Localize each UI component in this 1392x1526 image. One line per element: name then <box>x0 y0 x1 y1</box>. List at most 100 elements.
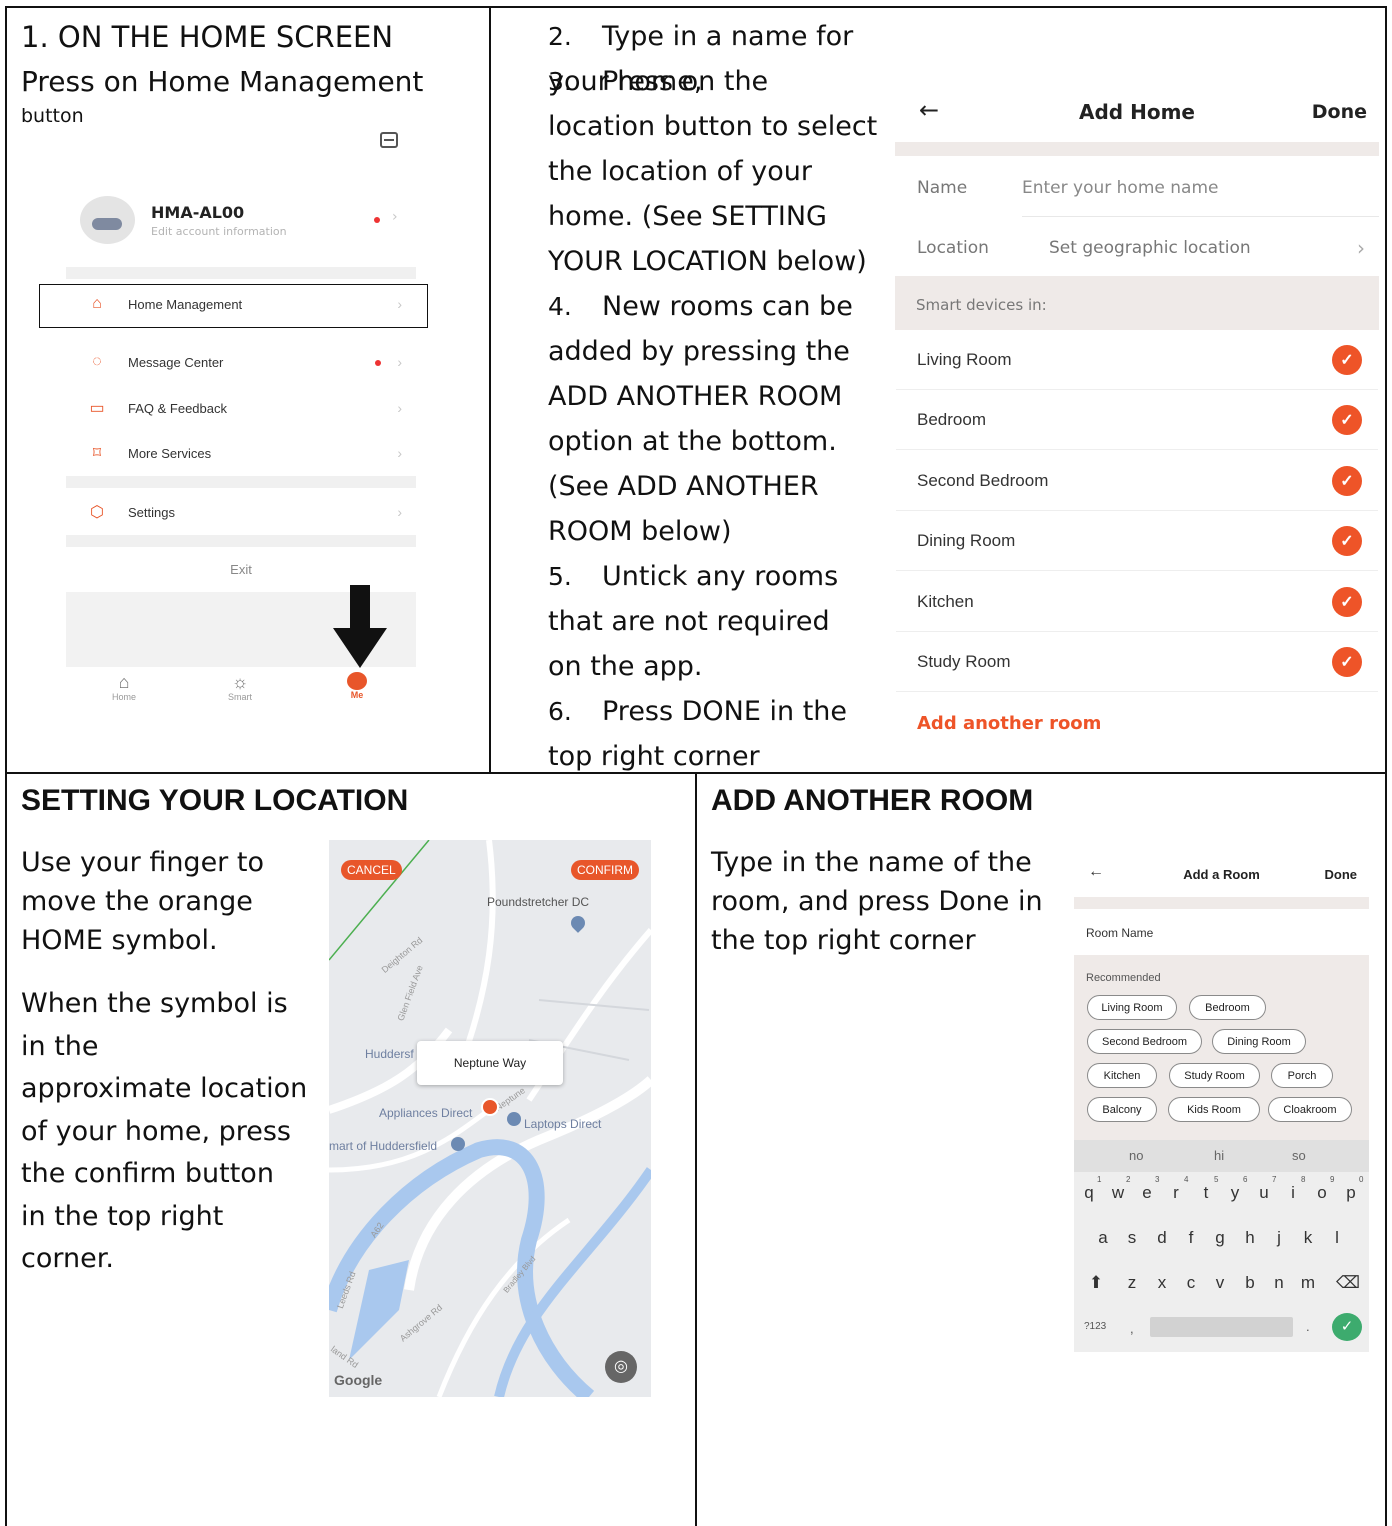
checkmark-icon[interactable]: ✓ <box>1332 646 1362 677</box>
room-row[interactable]: Dining Room ✓ <box>896 511 1378 571</box>
divider-top-vertical <box>489 6 491 773</box>
step-line: (See ADD ANOTHER <box>548 471 819 502</box>
suggestion[interactable]: hi <box>1214 1148 1234 1163</box>
key[interactable]: k <box>1298 1228 1318 1248</box>
step-line: home. (See SETTING <box>548 201 827 232</box>
checkmark-icon[interactable]: ✓ <box>1332 586 1362 617</box>
room-chip[interactable]: Porch <box>1271 1063 1333 1088</box>
map-screenshot[interactable]: CANCEL CONFIRM Poundstretcher DC Deighto… <box>329 840 651 1397</box>
key[interactable]: s <box>1122 1228 1142 1248</box>
nav-smart[interactable]: ☼ Smart <box>216 672 264 702</box>
menu-faq-feedback[interactable]: ▭ FAQ & Feedback › <box>66 388 416 428</box>
notification-dot <box>375 360 381 366</box>
room-row[interactable]: Kitchen ✓ <box>896 572 1378 632</box>
key[interactable]: e <box>1137 1183 1157 1203</box>
home-marker-icon[interactable] <box>481 1098 499 1116</box>
exit-button[interactable]: Exit <box>66 562 416 577</box>
key[interactable]: t <box>1196 1183 1216 1203</box>
key[interactable]: w <box>1108 1183 1128 1203</box>
symbols-key[interactable]: ?123 <box>1084 1321 1106 1332</box>
key[interactable]: z <box>1122 1273 1142 1293</box>
key[interactable]: u <box>1254 1183 1274 1203</box>
location-button[interactable]: Set geographic location <box>1049 238 1251 258</box>
room-chip[interactable]: Kitchen <box>1087 1063 1157 1088</box>
step1-instruction: Press on Home Management <box>21 65 424 98</box>
space-bar[interactable] <box>1150 1317 1293 1337</box>
key[interactable]: b <box>1240 1273 1260 1293</box>
period-key[interactable]: . <box>1306 1319 1310 1334</box>
menu-message-center[interactable]: ◌ Message Center › <box>66 342 416 382</box>
key[interactable]: q <box>1079 1183 1099 1203</box>
menu-more-services[interactable]: ⌑ More Services › <box>66 433 416 473</box>
key[interactable]: y <box>1225 1183 1245 1203</box>
key[interactable]: g <box>1210 1228 1230 1248</box>
checkmark-icon[interactable]: ✓ <box>1332 344 1362 375</box>
add-another-room-link[interactable]: Add another room <box>917 713 1101 734</box>
confirm-button[interactable]: CONFIRM <box>571 860 639 880</box>
done-button[interactable]: Done <box>1312 101 1367 123</box>
room-chip[interactable]: Balcony <box>1087 1097 1157 1122</box>
room-row[interactable]: Bedroom ✓ <box>896 390 1378 450</box>
step1-heading: 1. ON THE HOME SCREEN <box>21 20 394 54</box>
room-chip[interactable]: Living Room <box>1087 995 1177 1020</box>
key[interactable]: v <box>1210 1273 1230 1293</box>
shift-key-icon[interactable]: ⬆ <box>1086 1273 1106 1293</box>
key[interactable]: n <box>1269 1273 1289 1293</box>
room-row[interactable]: Living Room ✓ <box>896 330 1378 390</box>
step-line: 2. Type in a name for your home, <box>548 21 854 97</box>
step-line: option at the bottom. <box>548 426 837 457</box>
key[interactable]: c <box>1181 1273 1201 1293</box>
menu-settings[interactable]: ⬡ Settings › <box>66 492 416 532</box>
comma-key[interactable]: , <box>1130 1321 1134 1336</box>
key[interactable]: m <box>1298 1273 1318 1293</box>
section-header: Smart devices in: <box>895 276 1379 330</box>
section-label: Smart devices in: <box>916 296 1047 314</box>
key[interactable]: l <box>1327 1228 1347 1248</box>
map-label: Poundstretcher DC <box>487 895 590 909</box>
room-chip[interactable]: Study Room <box>1169 1063 1260 1088</box>
done-button[interactable]: Done <box>1325 867 1358 882</box>
key[interactable]: i <box>1283 1183 1303 1203</box>
map-label: Laptops Direct <box>524 1117 602 1131</box>
room-row[interactable]: Study Room ✓ <box>896 632 1378 692</box>
step-line: on the app. <box>548 651 703 682</box>
key[interactable]: r <box>1166 1183 1186 1203</box>
avatar[interactable] <box>80 196 135 244</box>
key[interactable]: o <box>1312 1183 1332 1203</box>
room-chip[interactable]: Kids Room <box>1168 1097 1260 1122</box>
nav-me[interactable]: Me <box>333 672 381 700</box>
room-chip[interactable]: Cloakroom <box>1268 1097 1352 1122</box>
room-chip[interactable]: Bedroom <box>1189 995 1266 1020</box>
nav-home[interactable]: ⌂ Home <box>100 672 148 702</box>
checkmark-icon[interactable]: ✓ <box>1332 404 1362 435</box>
room-chip[interactable]: Second Bedroom <box>1087 1029 1202 1054</box>
room-name: Second Bedroom <box>917 470 1049 490</box>
menu-label: FAQ & Feedback <box>128 400 227 416</box>
backspace-key-icon[interactable]: ⌫ <box>1336 1273 1360 1293</box>
enter-check-icon[interactable]: ✓ <box>1332 1313 1362 1341</box>
home-name-input[interactable]: Enter your home name <box>1022 178 1218 198</box>
border-left <box>5 6 7 1526</box>
chat-bubble-icon: ◌ <box>92 353 102 370</box>
key[interactable]: d <box>1152 1228 1172 1248</box>
suggestion[interactable]: so <box>1292 1148 1312 1163</box>
key[interactable]: f <box>1181 1228 1201 1248</box>
room-name-input[interactable]: Room Name <box>1086 926 1153 940</box>
cancel-button[interactable]: CANCEL <box>341 860 402 880</box>
key[interactable]: j <box>1269 1228 1289 1248</box>
room-row[interactable]: Second Bedroom ✓ <box>896 451 1378 511</box>
room-chip[interactable]: Dining Room <box>1212 1029 1306 1054</box>
menu-label: Settings <box>128 504 175 520</box>
scan-icon[interactable] <box>380 132 398 148</box>
checkmark-icon[interactable]: ✓ <box>1332 465 1362 496</box>
suggestion[interactable]: no <box>1129 1148 1149 1163</box>
account-name[interactable]: HMA-AL00 <box>151 203 244 222</box>
key[interactable]: h <box>1240 1228 1260 1248</box>
step-line: 4. New rooms can be <box>548 291 853 322</box>
my-location-icon[interactable]: ◎ <box>605 1351 637 1383</box>
key[interactable]: p <box>1341 1183 1361 1203</box>
checkmark-icon[interactable]: ✓ <box>1332 525 1362 556</box>
room-name: Dining Room <box>917 530 1016 550</box>
key[interactable]: a <box>1093 1228 1113 1248</box>
key[interactable]: x <box>1152 1273 1172 1293</box>
